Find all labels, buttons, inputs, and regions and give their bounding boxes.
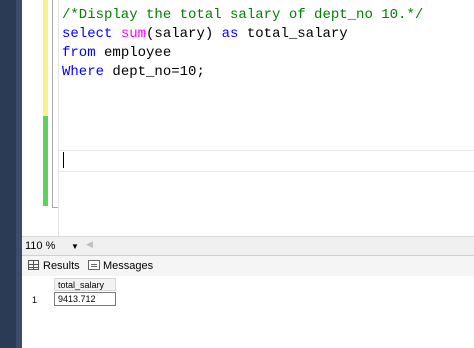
code-line[interactable]: select sum(salary) as total_salary	[62, 25, 423, 44]
code-line[interactable]: from employee	[62, 44, 423, 63]
outline-collapse-line	[52, 0, 58, 208]
code-token: employee	[95, 45, 172, 61]
column-header[interactable]: total_salary	[54, 278, 116, 291]
code-token: select	[62, 26, 121, 42]
window-frame-left	[0, 0, 22, 348]
results-grid: total_salary 1 9413.712	[22, 276, 474, 348]
saved-change-bar	[43, 116, 48, 206]
row-number[interactable]: 1	[32, 293, 37, 307]
zoom-dropdown[interactable]: 110 % ▼	[22, 238, 84, 255]
scroll-left-icon[interactable]: ◀	[86, 239, 93, 250]
code-line[interactable]: /*Display the total salary of dept_no 10…	[62, 6, 423, 25]
code-token: total_salary	[238, 26, 348, 42]
tab-results[interactable]: Results	[28, 258, 80, 274]
results-tabs: Results Messages	[22, 255, 474, 277]
code-token: dept_no	[104, 64, 172, 80]
code-token: =	[171, 64, 180, 80]
code-token: 10;	[179, 64, 205, 80]
zoom-bar: 110 % ▼ ◀	[22, 236, 474, 255]
dropdown-arrow-icon[interactable]: ▼	[71, 239, 79, 254]
code-token: (salary)	[146, 26, 222, 42]
code-line[interactable]: Where dept_no=10;	[62, 63, 423, 82]
current-line-highlight	[59, 150, 474, 172]
code-token: from	[62, 45, 96, 61]
result-cell[interactable]: 9413.712	[54, 292, 116, 306]
editor-gutter	[22, 0, 59, 236]
query-editor[interactable]: /*Display the total salary of dept_no 10…	[22, 0, 474, 236]
unsaved-change-bar	[43, 0, 48, 116]
zoom-value: 110 %	[25, 240, 56, 252]
code-token: /*Display the total salary of dept_no 10…	[62, 7, 424, 23]
code-token: sum	[120, 26, 147, 42]
messages-icon	[88, 260, 100, 270]
tab-results-label: Results	[43, 260, 80, 272]
code-token: Where	[62, 64, 105, 80]
sql-code[interactable]: /*Display the total salary of dept_no 10…	[62, 6, 423, 82]
tab-messages[interactable]: Messages	[88, 258, 153, 274]
horizontal-scrollbar[interactable]	[98, 241, 472, 250]
code-token: as	[221, 26, 239, 42]
tab-messages-label: Messages	[103, 260, 154, 272]
text-caret	[63, 152, 64, 168]
grid-icon	[28, 260, 39, 270]
